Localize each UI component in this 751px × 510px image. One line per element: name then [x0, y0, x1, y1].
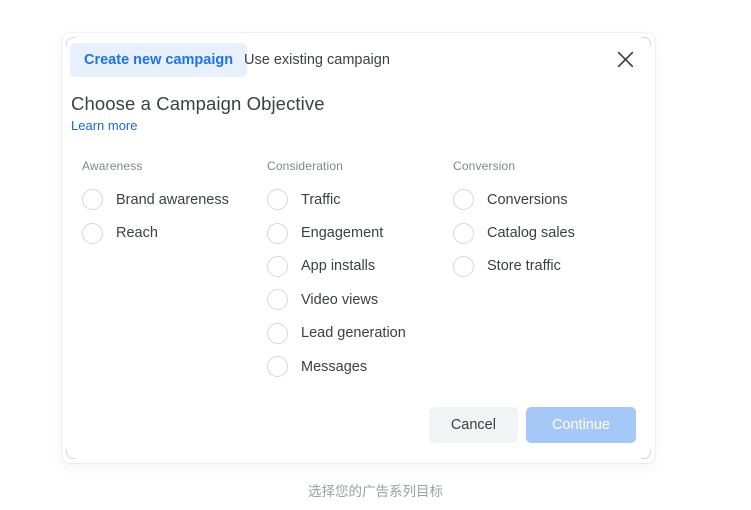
campaign-objective-dialog: Create new campaign Use existing campaig…	[62, 33, 655, 463]
option-engagement[interactable]: Engagement	[267, 216, 406, 249]
page-title: Choose a Campaign Objective	[71, 93, 325, 114]
tab-create-new-campaign[interactable]: Create new campaign	[70, 43, 248, 77]
radio-icon[interactable]	[453, 189, 474, 211]
continue-button[interactable]: Continue	[525, 407, 636, 443]
cancel-button[interactable]: Cancel	[428, 407, 518, 443]
radio-icon[interactable]	[453, 255, 474, 277]
option-messages[interactable]: Messages	[267, 350, 406, 383]
option-lead-generation[interactable]: Lead generation	[267, 317, 406, 350]
radio-icon[interactable]	[267, 189, 288, 211]
objective-column-awareness: Awareness Brand awareness Reach	[82, 159, 229, 250]
learn-more-link[interactable]: Learn more	[71, 118, 137, 133]
column-header-consideration: Consideration	[267, 159, 343, 173]
close-icon[interactable]	[609, 43, 641, 75]
option-brand-awareness[interactable]: Brand awareness	[82, 183, 229, 216]
column-header-awareness: Awareness	[82, 159, 143, 173]
option-label: Video views	[301, 291, 379, 308]
option-label: App installs	[301, 258, 376, 275]
radio-icon[interactable]	[82, 222, 103, 244]
caption-text: 选择您的广告系列目标	[308, 484, 443, 500]
option-label: Catalog sales	[487, 225, 575, 242]
option-catalog-sales[interactable]: Catalog sales	[453, 216, 575, 249]
option-label: Traffic	[301, 191, 341, 208]
radio-icon[interactable]	[267, 255, 288, 277]
dialog-tab-bar: Create new campaign Use existing campaig…	[62, 33, 655, 85]
option-conversions[interactable]: Conversions	[453, 183, 575, 216]
option-traffic[interactable]: Traffic	[267, 183, 406, 216]
option-app-installs[interactable]: App installs	[267, 250, 406, 283]
radio-icon[interactable]	[267, 356, 288, 378]
option-store-traffic[interactable]: Store traffic	[453, 250, 575, 283]
option-label: Engagement	[301, 225, 384, 242]
option-label: Conversions	[487, 191, 568, 208]
option-label: Reach	[116, 225, 158, 242]
column-header-conversion: Conversion	[453, 159, 516, 173]
option-label: Brand awareness	[116, 191, 229, 208]
radio-icon[interactable]	[267, 289, 288, 311]
radio-icon[interactable]	[82, 189, 103, 211]
option-video-views[interactable]: Video views	[267, 283, 406, 316]
objective-column-conversion: Conversion Conversions Catalog sales Sto…	[453, 159, 575, 283]
option-label: Store traffic	[487, 258, 561, 275]
option-label: Messages	[301, 358, 368, 375]
objective-column-consideration: Consideration Traffic Engagement App ins…	[267, 159, 406, 383]
tab-use-existing-campaign[interactable]: Use existing campaign	[244, 51, 390, 69]
radio-icon[interactable]	[453, 222, 474, 244]
dialog-corner-bottom-right	[641, 449, 651, 459]
dialog-footer: Cancel Continue	[428, 407, 636, 443]
radio-icon[interactable]	[267, 322, 288, 344]
option-reach[interactable]: Reach	[82, 216, 229, 249]
option-label: Lead generation	[301, 325, 406, 342]
dialog-corner-bottom-left	[66, 449, 76, 459]
radio-icon[interactable]	[267, 222, 288, 244]
